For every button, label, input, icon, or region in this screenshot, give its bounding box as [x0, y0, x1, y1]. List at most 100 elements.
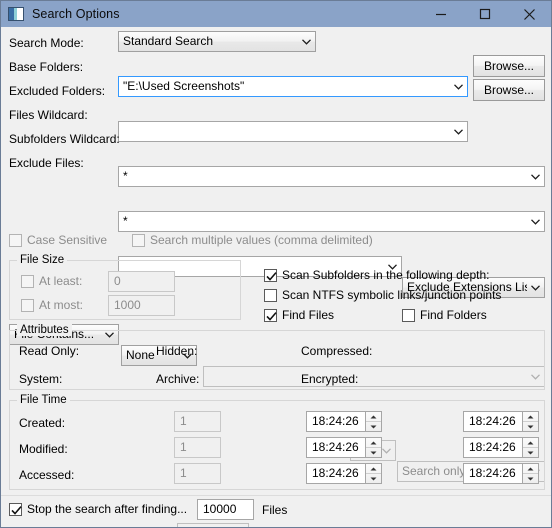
checkbox-box	[264, 308, 277, 322]
spinner-down-icon[interactable]	[366, 421, 381, 431]
checkbox-box	[21, 274, 34, 288]
subfolders-wildcard-value: *	[123, 214, 128, 228]
minimize-icon[interactable]	[419, 1, 463, 27]
system-label: System:	[19, 372, 63, 386]
spinner-down-icon[interactable]	[523, 447, 538, 457]
chevron-down-icon[interactable]	[527, 218, 544, 225]
modified-count-input[interactable]: 1	[174, 437, 221, 458]
case-sensitive-checkbox: Case Sensitive	[9, 233, 107, 247]
close-icon[interactable]	[507, 1, 551, 27]
spinner-up-icon[interactable]	[523, 438, 538, 447]
search-mode-label: Search Mode:	[9, 36, 84, 50]
find-folders-checkbox[interactable]: Find Folders	[402, 308, 487, 322]
spinner-up-icon[interactable]	[523, 412, 538, 421]
search-mode-dropdown[interactable]: Standard Search	[118, 31, 316, 52]
base-folders-label: Base Folders:	[9, 60, 84, 74]
spinner-up-icon[interactable]	[523, 464, 538, 473]
modified-time-to-spinner[interactable]: 18:24:26	[463, 437, 539, 458]
base-folders-value: "E:\Used Screenshots"	[123, 79, 245, 93]
modified-time-to-input[interactable]: 18:24:26	[463, 437, 523, 458]
chevron-down-icon[interactable]	[450, 128, 467, 135]
base-folders-browse-label: Browse...	[483, 59, 534, 73]
created-time-from-spinner[interactable]: 18:24:26	[306, 411, 382, 432]
modified-label: Modified:	[19, 442, 68, 456]
spinner-up-icon[interactable]	[366, 464, 381, 473]
excluded-folders-browse-label: Browse...	[483, 83, 534, 97]
search-options-icon	[8, 7, 24, 21]
accessed-count-input[interactable]: 1	[174, 463, 221, 484]
encrypted-label: Encrypted:	[301, 372, 359, 386]
accessed-time-from-spinner[interactable]: 18:24:26	[306, 463, 382, 484]
base-folders-browse-button[interactable]: Browse...	[473, 55, 545, 77]
checkbox-box	[132, 233, 145, 247]
modified-time-from-input[interactable]: 18:24:26	[306, 437, 366, 458]
spinner-buttons[interactable]	[523, 463, 539, 484]
find-folders-label: Find Folders	[420, 308, 487, 322]
window-controls	[419, 1, 551, 27]
search-mode-value: Standard Search	[123, 34, 214, 48]
spinner-down-icon[interactable]	[523, 421, 538, 431]
spinner-buttons[interactable]	[366, 437, 382, 458]
scan-ntfs-links-label: Scan NTFS symbolic links/junction points	[282, 288, 502, 302]
scan-ntfs-links-checkbox[interactable]: Scan NTFS symbolic links/junction points	[264, 288, 501, 302]
spinner-down-icon[interactable]	[366, 473, 381, 483]
created-time-to-input[interactable]: 18:24:26	[463, 411, 523, 432]
chevron-down-icon	[298, 38, 315, 45]
chevron-down-icon[interactable]	[450, 83, 467, 90]
chevron-down-icon[interactable]	[527, 173, 544, 180]
case-sensitive-label: Case Sensitive	[27, 233, 108, 247]
files-wildcard-label: Files Wildcard:	[9, 108, 88, 122]
checkbox-box	[21, 298, 34, 312]
created-count-input[interactable]: 1	[174, 411, 221, 432]
files-wildcard-value: *	[123, 169, 128, 183]
file-size-title: File Size	[17, 254, 68, 266]
spinner-up-icon[interactable]	[366, 412, 381, 421]
read-only-label: Read Only:	[19, 344, 80, 358]
compressed-label: Compressed:	[301, 344, 373, 358]
spinner-buttons[interactable]	[366, 463, 382, 484]
at-most-value-input[interactable]: 1000	[108, 295, 175, 316]
spinner-buttons[interactable]	[366, 411, 382, 432]
checkbox-box	[402, 308, 415, 322]
multiple-values-checkbox: Search multiple values (comma delimited)	[132, 233, 373, 247]
at-least-unit-dropdown[interactable]: Bytes	[177, 523, 249, 527]
stop-after-finding-checkbox[interactable]: Stop the search after finding...	[9, 502, 187, 516]
accessed-label: Accessed:	[19, 468, 75, 482]
accessed-time-to-spinner[interactable]: 18:24:26	[463, 463, 539, 484]
maximize-icon[interactable]	[463, 1, 507, 27]
dialog-body: Search Mode: Standard Search Base Folder…	[1, 27, 551, 527]
scan-subfolders-label: Scan Subfolders in the following depth:	[282, 268, 490, 282]
spinner-buttons[interactable]	[523, 411, 539, 432]
base-folders-combo[interactable]: "E:\Used Screenshots"	[118, 76, 468, 97]
at-most-checkbox[interactable]: At most:	[21, 298, 83, 312]
find-files-checkbox[interactable]: Find Files	[264, 308, 334, 322]
stop-after-count-input[interactable]: 10000	[197, 499, 254, 520]
files-wildcard-combo[interactable]: *	[118, 166, 545, 187]
created-time-to-spinner[interactable]: 18:24:26	[463, 411, 539, 432]
excluded-folders-browse-button[interactable]: Browse...	[473, 79, 545, 101]
attributes-group: Attributes	[9, 324, 545, 390]
accessed-time-from-input[interactable]: 18:24:26	[306, 463, 366, 484]
created-time-from-input[interactable]: 18:24:26	[306, 411, 366, 432]
at-least-value-input[interactable]: 0	[108, 271, 175, 292]
spinner-buttons[interactable]	[523, 437, 539, 458]
spinner-down-icon[interactable]	[366, 447, 381, 457]
title-bar: Search Options	[1, 1, 551, 27]
archive-label: Archive:	[156, 372, 200, 386]
subfolders-wildcard-combo[interactable]: *	[118, 211, 545, 232]
accessed-time-to-input[interactable]: 18:24:26	[463, 463, 523, 484]
excluded-folders-combo[interactable]	[118, 121, 468, 142]
modified-time-from-spinner[interactable]: 18:24:26	[306, 437, 382, 458]
footer-divider	[1, 495, 551, 496]
at-most-label: At most:	[39, 298, 84, 312]
window-title: Search Options	[32, 7, 120, 21]
stop-after-finding-label: Stop the search after finding...	[27, 502, 188, 516]
at-least-checkbox[interactable]: At least:	[21, 274, 82, 288]
multiple-values-label: Search multiple values (comma delimited)	[150, 233, 373, 247]
spinner-down-icon[interactable]	[523, 473, 538, 483]
scan-subfolders-checkbox[interactable]: Scan Subfolders in the following depth:	[264, 268, 489, 282]
checkbox-box	[264, 288, 277, 302]
checkbox-box	[9, 233, 22, 247]
spinner-up-icon[interactable]	[366, 438, 381, 447]
hidden-label: Hidden:	[156, 344, 198, 358]
